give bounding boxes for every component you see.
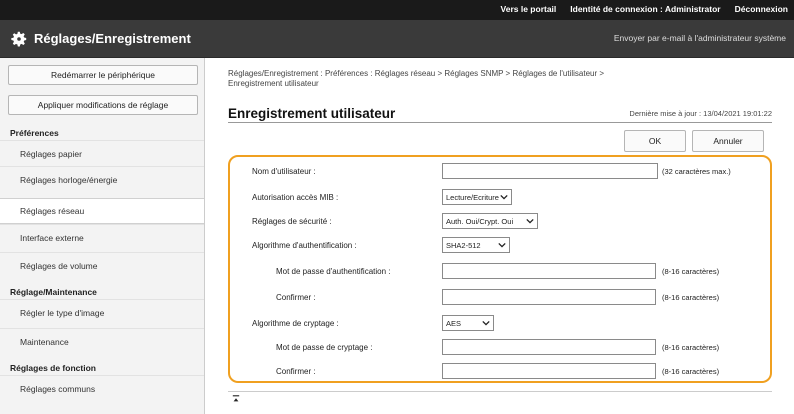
username-label: Nom d'utilisateur : — [252, 167, 316, 176]
chevron-down-icon — [498, 242, 506, 248]
auth-algorithm-select[interactable]: SHA2-512 — [442, 237, 510, 253]
auth-password-hint: (8-16 caractères) — [662, 267, 720, 276]
top-bar: Vers le portail Identité de connexion : … — [0, 0, 794, 20]
title-divider — [228, 122, 772, 123]
sidebar: Redémarrer le périphérique Appliquer mod… — [0, 58, 205, 414]
sidebar-item-volume[interactable]: Réglages de volume — [0, 252, 204, 278]
username-hint: (32 caractères max.) — [662, 167, 731, 176]
sidebar-item-image-type[interactable]: Régler le type d'image — [0, 299, 204, 325]
crypt-password-hint: (8-16 caractères) — [662, 343, 720, 352]
main-content: Réglages/Enregistrement : Préférences : … — [206, 58, 794, 414]
auth-password-input[interactable] — [442, 263, 656, 279]
crypt-confirm-input[interactable] — [442, 363, 656, 379]
app-title: Réglages/Enregistrement — [34, 31, 191, 46]
sidebar-item-clock-energy[interactable]: Réglages horloge/énergie — [0, 166, 204, 192]
crypt-confirm-label: Confirmer : — [276, 367, 316, 376]
page-title: Enregistrement utilisateur — [228, 106, 396, 121]
auth-confirm-hint: (8-16 caractères) — [662, 293, 720, 302]
auth-algorithm-value: SHA2-512 — [446, 240, 481, 250]
cancel-button[interactable]: Annuler — [692, 130, 764, 152]
security-select[interactable]: Auth. Oui/Crypt. Oui — [442, 213, 538, 229]
header-bar: Réglages/Enregistrement Envoyer par e-ma… — [0, 20, 794, 58]
top-links: Vers le portail Identité de connexion : … — [501, 4, 788, 14]
auth-password-label: Mot de passe d'authentification : — [276, 267, 391, 276]
mib-access-select[interactable]: Lecture/Ecriture — [442, 189, 512, 205]
section-function-settings: Réglages de fonction — [10, 363, 96, 373]
mib-access-label: Autorisation accès MIB : — [252, 193, 339, 202]
section-preferences: Préférences — [10, 128, 59, 138]
last-updated: Dernière mise à jour : 13/04/2021 19:01:… — [629, 109, 772, 118]
auth-confirm-label: Confirmer : — [276, 293, 316, 302]
security-label: Réglages de sécurité : — [252, 217, 332, 226]
username-input[interactable] — [442, 163, 658, 179]
chevron-down-icon — [482, 320, 490, 326]
chevron-down-icon — [526, 218, 534, 224]
gear-icon — [11, 31, 27, 47]
apply-changes-button[interactable]: Appliquer modifications de réglage — [8, 95, 198, 115]
chevron-down-icon — [500, 194, 508, 200]
auth-algorithm-label: Algorithme d'authentification : — [252, 241, 357, 250]
breadcrumb: Réglages/Enregistrement : Préférences : … — [228, 69, 728, 89]
auth-confirm-input[interactable] — [442, 289, 656, 305]
back-to-top-icon[interactable] — [232, 395, 240, 403]
bottom-divider — [228, 391, 772, 392]
crypt-algorithm-select[interactable]: AES — [442, 315, 494, 331]
crypt-algorithm-label: Algorithme de cryptage : — [252, 319, 339, 328]
sidebar-item-network[interactable]: Réglages réseau — [0, 198, 204, 224]
restart-device-button[interactable]: Redémarrer le périphérique — [8, 65, 198, 85]
security-value: Auth. Oui/Crypt. Oui — [446, 216, 514, 226]
section-maintenance: Réglage/Maintenance — [10, 287, 97, 297]
ok-button[interactable]: OK — [624, 130, 686, 152]
mib-access-value: Lecture/Ecriture — [446, 192, 499, 202]
sidebar-item-paper[interactable]: Réglages papier — [0, 140, 204, 166]
user-form: Nom d'utilisateur : (32 caractères max.)… — [228, 155, 772, 383]
login-identity: Identité de connexion : Administrator — [570, 4, 721, 14]
crypt-password-label: Mot de passe de cryptage : — [276, 343, 373, 352]
sidebar-item-common[interactable]: Réglages communs — [0, 375, 204, 401]
logout-link[interactable]: Déconnexion — [735, 4, 788, 14]
sidebar-item-maintenance[interactable]: Maintenance — [0, 328, 204, 354]
email-admin-link[interactable]: Envoyer par e-mail à l'administrateur sy… — [614, 33, 786, 43]
portal-link[interactable]: Vers le portail — [501, 4, 557, 14]
breadcrumb-line-1[interactable]: Réglages/Enregistrement : Préférences : … — [228, 69, 728, 79]
crypt-password-input[interactable] — [442, 339, 656, 355]
sidebar-item-external-interface[interactable]: Interface externe — [0, 224, 204, 250]
crypt-confirm-hint: (8-16 caractères) — [662, 367, 720, 376]
breadcrumb-line-2: Enregistrement utilisateur — [228, 79, 319, 88]
crypt-algorithm-value: AES — [446, 318, 462, 328]
